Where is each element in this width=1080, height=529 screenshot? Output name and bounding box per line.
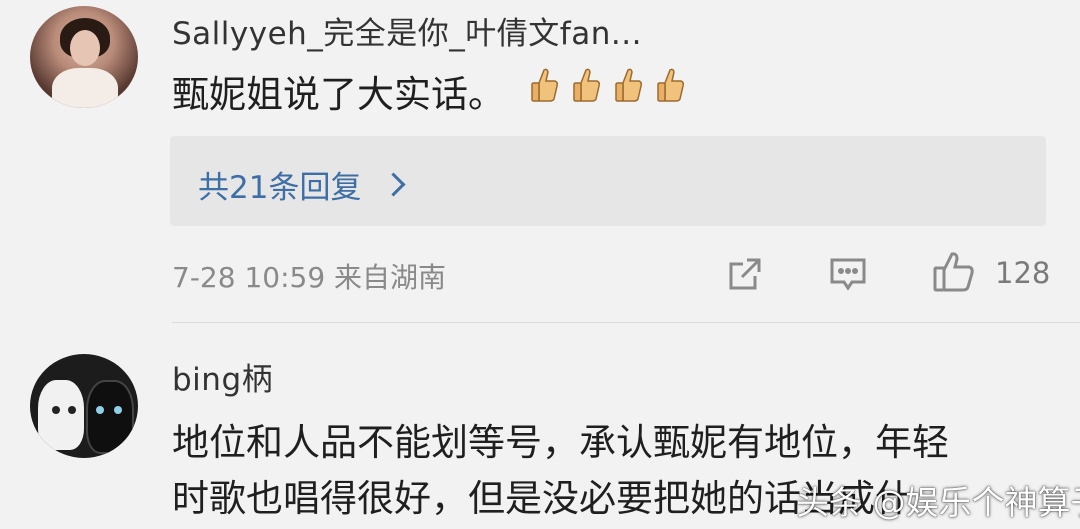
- comment-icon[interactable]: [828, 254, 868, 294]
- replies-count-label[interactable]: 共21条回复: [198, 162, 361, 207]
- username[interactable]: bing柄: [172, 354, 273, 399]
- thumbs-up-icon: [654, 66, 686, 104]
- comment-text-line: 地位和人品不能划等号，承认甄妮有地位，年轻: [172, 421, 949, 464]
- thumbs-up-icon: [612, 66, 644, 104]
- thumbs-up-icon: [528, 66, 560, 104]
- like-icon[interactable]: [932, 250, 974, 292]
- comment-text: 甄妮姐说了大实话。: [172, 73, 505, 116]
- view-replies-link[interactable]: 共21条回复: [198, 162, 406, 207]
- comment-divider: [172, 322, 1080, 323]
- like-count: 128: [995, 256, 1051, 290]
- share-icon[interactable]: [725, 254, 765, 294]
- chevron-right-icon: [381, 172, 406, 197]
- emoji-row: [528, 66, 686, 104]
- comment-feed: Sallyyeh_完全是你_叶倩文fan... 甄妮姐说了大实话。 共21条回复…: [0, 0, 1080, 529]
- watermark: 头条 @娱乐个神算子: [796, 483, 1080, 522]
- username[interactable]: Sallyyeh_完全是你_叶倩文fan...: [172, 8, 642, 53]
- avatar[interactable]: [30, 354, 138, 458]
- comment-meta: 7-28 10:59 来自湖南: [172, 261, 447, 294]
- thumbs-up-icon: [570, 66, 602, 104]
- replies-box[interactable]: 共21条回复: [170, 136, 1046, 226]
- avatar[interactable]: [30, 6, 138, 108]
